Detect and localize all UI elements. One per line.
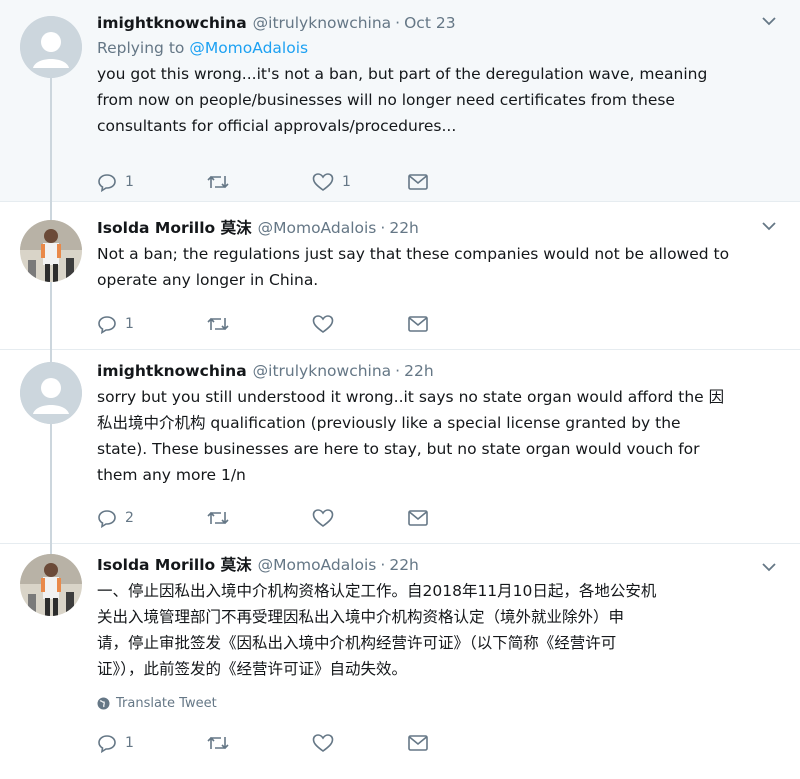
- reply-count: 1: [125, 735, 134, 751]
- reply-icon: [98, 174, 116, 192]
- globe-icon: [97, 697, 110, 710]
- tweet-text: you got this wrong...it's not a ban, but…: [97, 65, 708, 135]
- default-avatar[interactable]: [20, 362, 82, 424]
- thread-connector: [50, 424, 52, 544]
- envelope-icon: [408, 735, 428, 751]
- tweet-text: 一、停止因私出入境中介机构资格认定工作。自2018年11月10日起，各地公安机 …: [97, 582, 657, 678]
- separator-dot: ·: [380, 219, 386, 237]
- default-avatar[interactable]: [20, 16, 82, 78]
- tweet-timestamp[interactable]: 22h: [404, 360, 434, 382]
- retweet-icon: [207, 736, 229, 750]
- photo-avatar[interactable]: [20, 220, 82, 282]
- translate-tweet-label[interactable]: Translate Tweet: [116, 696, 217, 711]
- like-button[interactable]: [312, 508, 407, 528]
- retweet-icon: [207, 175, 229, 189]
- tweet-item[interactable]: Isolda Morillo 莫沫 @MomoAdalois · 22h 一、停…: [0, 544, 800, 779]
- author-name[interactable]: Isolda Morillo 莫沫: [97, 217, 252, 239]
- thread-connector: [50, 76, 52, 202]
- thread-connector: [50, 282, 52, 350]
- reply-button[interactable]: 1: [97, 314, 207, 334]
- retweet-icon: [207, 511, 229, 525]
- replying-to-label: Replying to: [97, 39, 185, 57]
- reply-icon: [98, 510, 116, 528]
- direct-message-button[interactable]: [407, 172, 429, 192]
- like-button[interactable]: [312, 314, 407, 334]
- separator-dot: ·: [380, 556, 386, 574]
- author-name[interactable]: imightknowchina: [97, 360, 247, 382]
- envelope-icon: [408, 174, 428, 190]
- tweet-item[interactable]: imightknowchina @itrulyknowchina · Oct 2…: [0, 0, 800, 202]
- like-button[interactable]: [312, 733, 407, 753]
- author-handle[interactable]: @MomoAdalois: [258, 217, 377, 239]
- retweet-button[interactable]: [207, 314, 312, 334]
- replying-to: Replying to @MomoAdalois: [97, 37, 778, 59]
- thread-connector: [50, 350, 52, 362]
- tweet-text: Not a ban; the regulations just say that…: [97, 245, 730, 289]
- separator-dot: ·: [395, 362, 401, 380]
- chevron-down-icon[interactable]: [760, 12, 778, 30]
- reply-count: 1: [125, 174, 134, 190]
- direct-message-button[interactable]: [407, 508, 429, 528]
- reply-button[interactable]: 2: [97, 508, 207, 528]
- envelope-icon: [408, 316, 428, 332]
- tweet-text: sorry but you still understood it wrong.…: [97, 388, 725, 484]
- direct-message-button[interactable]: [407, 733, 429, 753]
- photo-avatar[interactable]: [20, 554, 82, 616]
- heart-icon: [312, 315, 334, 333]
- replying-to-handle[interactable]: @MomoAdalois: [189, 39, 308, 57]
- heart-icon: [312, 173, 334, 191]
- direct-message-button[interactable]: [407, 314, 429, 334]
- chevron-down-icon[interactable]: [760, 217, 778, 235]
- tweet-timestamp[interactable]: 22h: [389, 554, 419, 576]
- thread-connector: [50, 202, 52, 220]
- tweet-timestamp[interactable]: 22h: [389, 217, 419, 239]
- tweet-timestamp[interactable]: Oct 23: [404, 12, 455, 34]
- retweet-button[interactable]: [207, 733, 312, 753]
- reply-button[interactable]: 1: [97, 733, 207, 753]
- chevron-down-icon[interactable]: [760, 558, 778, 576]
- thread-connector: [50, 544, 52, 554]
- tweet-thread: imightknowchina @itrulyknowchina · Oct 2…: [0, 0, 800, 779]
- heart-icon: [312, 734, 334, 752]
- heart-icon: [312, 509, 334, 527]
- retweet-button[interactable]: [207, 172, 312, 192]
- retweet-button[interactable]: [207, 508, 312, 528]
- retweet-icon: [207, 317, 229, 331]
- reply-count: 1: [125, 316, 134, 332]
- author-handle[interactable]: @itrulyknowchina: [253, 12, 392, 34]
- envelope-icon: [408, 510, 428, 526]
- reply-icon: [98, 735, 116, 753]
- reply-count: 2: [125, 510, 134, 526]
- author-handle[interactable]: @itrulyknowchina: [253, 360, 392, 382]
- like-count: 1: [342, 174, 351, 190]
- author-handle[interactable]: @MomoAdalois: [258, 554, 377, 576]
- tweet-item[interactable]: Isolda Morillo 莫沫 @MomoAdalois · 22h Not…: [0, 202, 800, 350]
- like-button[interactable]: 1: [312, 172, 407, 192]
- author-name[interactable]: imightknowchina: [97, 12, 247, 34]
- reply-icon: [98, 316, 116, 334]
- tweet-item[interactable]: imightknowchina @itrulyknowchina · 22h s…: [0, 350, 800, 544]
- separator-dot: ·: [395, 14, 401, 32]
- author-name[interactable]: Isolda Morillo 莫沫: [97, 554, 252, 576]
- reply-button[interactable]: 1: [97, 172, 207, 192]
- translate-tweet-link[interactable]: Translate Tweet: [97, 696, 778, 711]
